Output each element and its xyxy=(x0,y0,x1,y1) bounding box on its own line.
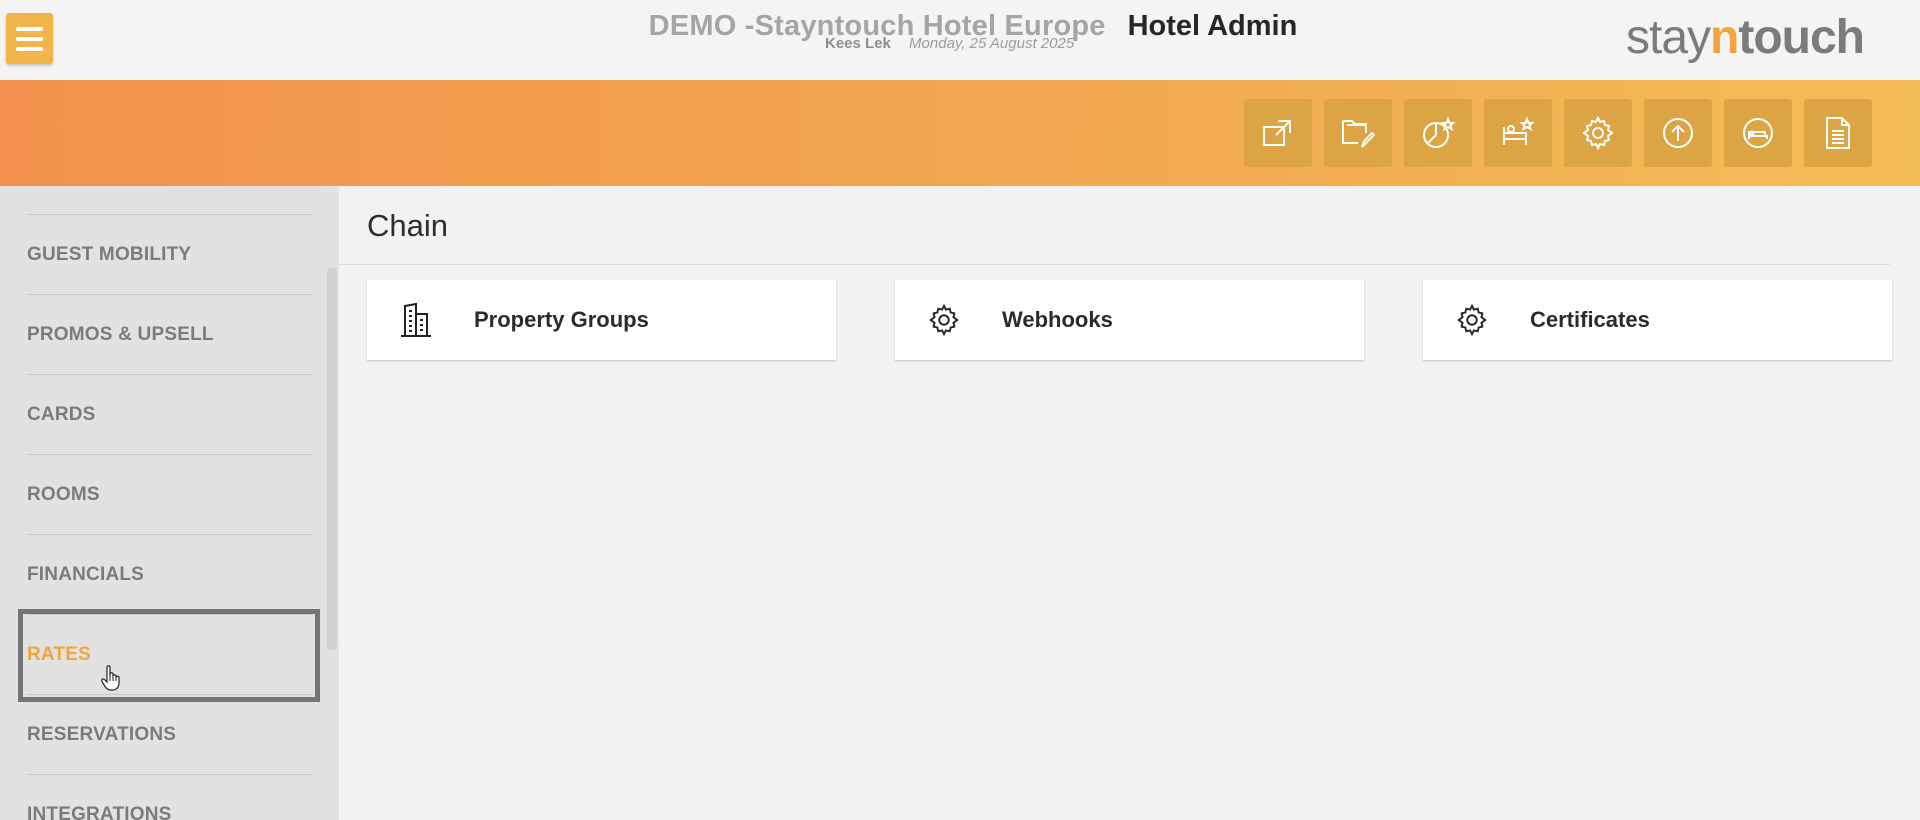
sidebar-item-rates[interactable]: RATES xyxy=(27,614,313,694)
folder-edit-button[interactable] xyxy=(1324,99,1392,167)
analytics-button[interactable] xyxy=(1404,99,1472,167)
top-header: DEMO -Stayntouch Hotel Europe Hotel Admi… xyxy=(0,0,1920,80)
settings-gear-icon xyxy=(1582,115,1614,151)
chart-star-icon xyxy=(1423,116,1456,148)
main-content: Chain Property Groups Webhooks Certifica… xyxy=(339,186,1920,820)
title-divider xyxy=(339,264,1890,265)
webhooks-label: Webhooks xyxy=(1002,307,1113,332)
property-groups-label: Property Groups xyxy=(474,307,649,332)
sidebar-item-rooms[interactable]: ROOMS xyxy=(27,454,313,534)
sidebar-item-promos-upsell[interactable]: PROMOS & UPSELL xyxy=(27,294,313,374)
logo-part-stay: stay xyxy=(1626,11,1711,64)
upload-button[interactable] xyxy=(1644,99,1712,167)
housekeeping-star-icon xyxy=(1503,116,1535,145)
gear-icon xyxy=(929,303,959,337)
webhooks-card[interactable]: Webhooks xyxy=(895,280,1364,360)
sidebar-item-guest-mobility[interactable]: GUEST MOBILITY xyxy=(27,214,313,294)
admin-sidebar: GUEST MOBILITY PROMOS & UPSELL CARDS ROO… xyxy=(0,186,339,820)
sidebar-scrollbar[interactable] xyxy=(327,268,337,650)
housekeeping-button[interactable] xyxy=(1484,99,1552,167)
sidebar-menu: GUEST MOBILITY PROMOS & UPSELL CARDS ROO… xyxy=(27,214,313,820)
folder-edit-icon xyxy=(1342,120,1376,148)
page-title: Chain xyxy=(367,208,448,243)
reports-button[interactable] xyxy=(1804,99,1872,167)
rooms-status-button[interactable] xyxy=(1724,99,1792,167)
hamburger-icon-bar xyxy=(16,46,43,51)
stayntouch-logo: stayntouch xyxy=(1626,10,1865,65)
app-name: Hotel Admin xyxy=(1127,10,1298,42)
external-link-button[interactable] xyxy=(1244,99,1312,167)
upload-circle-icon xyxy=(1663,118,1693,148)
sidebar-item-cards[interactable]: CARDS xyxy=(27,374,313,454)
logo-part-n: n xyxy=(1710,11,1739,64)
quick-actions-toolbar xyxy=(1244,99,1872,167)
sidebar-item-financials[interactable]: FINANCIALS xyxy=(27,534,313,614)
hand-cursor-icon xyxy=(101,665,120,691)
current-date: Monday, 25 August 2025 xyxy=(909,35,1075,52)
logo-part-touch: touch xyxy=(1738,11,1865,64)
header-subtitle: Kees Lek Monday, 25 August 2025 xyxy=(825,35,1074,52)
user-name: Kees Lek xyxy=(825,35,891,52)
certificates-card[interactable]: Certificates xyxy=(1423,280,1892,360)
building-icon xyxy=(401,302,431,337)
property-groups-card[interactable]: Property Groups xyxy=(367,280,836,360)
document-icon xyxy=(1826,117,1850,149)
bed-circle-icon xyxy=(1743,118,1773,148)
sidebar-item-integrations[interactable]: INTEGRATIONS xyxy=(27,774,313,820)
certificates-label: Certificates xyxy=(1530,307,1650,332)
gear-icon xyxy=(1457,303,1487,337)
external-link-icon xyxy=(1263,120,1291,146)
sidebar-item-reservations[interactable]: RESERVATIONS xyxy=(27,694,313,774)
settings-button[interactable] xyxy=(1564,99,1632,167)
